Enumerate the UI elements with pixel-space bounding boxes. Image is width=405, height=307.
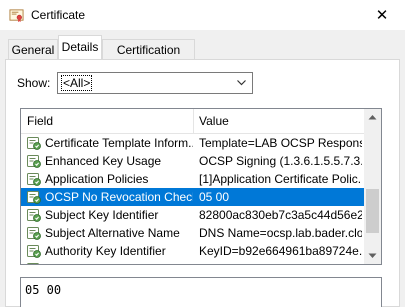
list-item-field: Subject Key Identifier [45, 208, 159, 222]
list-item-value: 05 00 [199, 190, 230, 204]
chevron-down-icon [237, 80, 246, 86]
certificate-extension-icon [26, 153, 42, 169]
certificate-extension-icon [26, 243, 42, 259]
tab-general[interactable]: General [8, 39, 58, 59]
close-icon: ✕ [375, 7, 389, 24]
list-item-value: Template=LAB OCSP Respons... [199, 136, 362, 150]
list-item-value: KeyID=b92e664961ba89724e... [199, 244, 362, 258]
certificate-extension-icon [26, 189, 42, 205]
field-value-textbox[interactable]: 05 00 [20, 277, 382, 307]
list-item[interactable]: Certificate Template Inform... Template=L… [21, 134, 364, 152]
close-button[interactable]: ✕ [359, 0, 405, 30]
list-item-field: Authority Key Identifier [45, 244, 166, 258]
list-item-field: Certificate Template Inform... [45, 136, 193, 150]
list-item-value: [1]Application Certificate Polic... [199, 172, 362, 186]
list-item[interactable]: Application Policies [1]Application Certi… [21, 170, 364, 188]
window-title: Certificate [31, 8, 86, 22]
show-dropdown[interactable]: <All> [57, 72, 253, 94]
list-item-value: OCSP Signing (1.3.6.1.5.5.7.3... [199, 154, 362, 168]
certificate-extension-icon [26, 225, 42, 241]
list-item-value: 82800ac830eb7c3a5c44d56e2... [199, 208, 362, 222]
column-divider[interactable] [193, 109, 194, 133]
field-value-text: 05 00 [25, 283, 62, 297]
show-dropdown-value: <All> [60, 75, 93, 91]
list-item-value: Digital Signature (80) [199, 260, 362, 264]
list-item-field: OCSP No Revocation Checking [45, 190, 193, 204]
scroll-down-icon[interactable] [368, 253, 377, 259]
list-item-field: Enhanced Key Usage [45, 154, 162, 168]
list-item[interactable]: Subject Key Identifier 82800ac830eb7c3a5c… [21, 206, 364, 224]
column-header-value[interactable]: Value [199, 109, 229, 133]
certificate-extension-icon [26, 207, 42, 223]
list-item[interactable]: Key Usage Digital Signature (80) [21, 260, 364, 264]
list-item[interactable]: OCSP No Revocation Checking 05 00 [21, 188, 364, 206]
scroll-up-icon[interactable] [368, 114, 377, 120]
certificate-extension-icon [26, 261, 42, 264]
scroll-thumb[interactable] [366, 189, 379, 233]
list-header: Field Value [21, 109, 364, 134]
certificate-extension-icon [26, 135, 42, 151]
column-header-field[interactable]: Field [27, 109, 53, 133]
list-item-field: Key Usage [45, 260, 193, 264]
list-item[interactable]: Authority Key Identifier KeyID=b92e664961… [21, 242, 364, 260]
tab-details[interactable]: Details [58, 35, 102, 59]
field-list[interactable]: Field Value Certificate Template Inform.… [20, 108, 382, 265]
certificate-dialog: Certificate ✕ General Details Certificat… [0, 0, 405, 307]
list-item-value: DNS Name=ocsp.lab.bader.cloud [199, 226, 362, 240]
tab-certification-path[interactable]: Certification Path [102, 39, 195, 77]
list-item-field: Application Policies [45, 172, 149, 186]
list-item-field: Subject Alternative Name [45, 226, 180, 240]
certificate-icon [9, 9, 24, 23]
list-item[interactable]: Subject Alternative Name DNS Name=ocsp.la… [21, 224, 364, 242]
show-label: Show: [17, 76, 51, 90]
title-bar: Certificate ✕ [0, 0, 405, 30]
vertical-scrollbar[interactable] [364, 109, 381, 264]
certificate-extension-icon [26, 171, 42, 187]
list-item[interactable]: Enhanced Key Usage OCSP Signing (1.3.6.1.… [21, 152, 364, 170]
